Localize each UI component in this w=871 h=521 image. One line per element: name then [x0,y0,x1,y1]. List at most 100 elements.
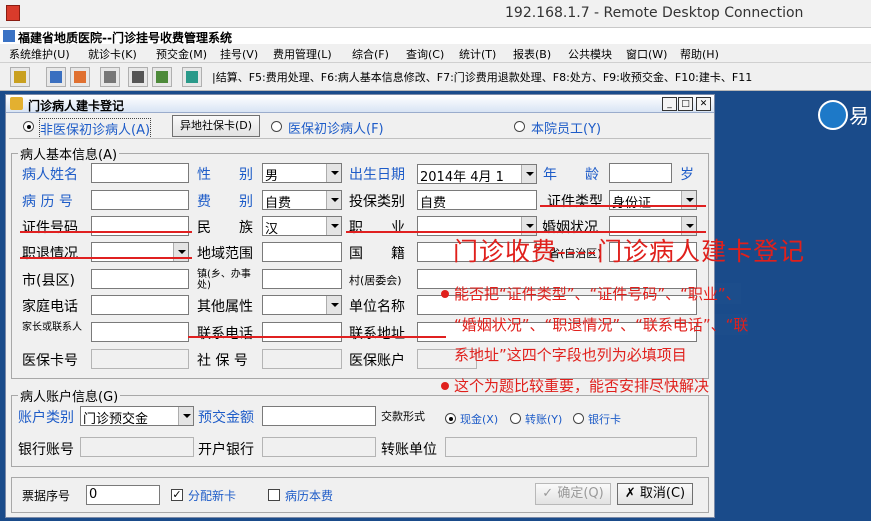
bullet-dot-icon [441,382,449,390]
insure-label: 投保类别 [349,194,405,210]
prepay-input[interactable] [262,406,376,426]
register-icon[interactable] [70,67,90,87]
other-select[interactable] [262,295,342,315]
acct-type-select[interactable]: 门诊预交金 [80,406,194,426]
newcard-label[interactable]: 分配新卡 [188,487,236,504]
gender-select[interactable]: 男 [262,163,342,183]
cancel-button[interactable]: ✗ 取消(C) [617,483,693,505]
maximize-button[interactable]: □ [678,97,693,111]
grid-icon[interactable] [182,67,202,87]
idno-input[interactable] [91,216,189,236]
feetype-select[interactable]: 自费 [262,190,342,210]
toolbar: |结算、F5:费用处理、F6:病人基本信息修改、F7:门诊费用退款处理、F8:处… [0,63,871,91]
radio-transfer[interactable] [510,413,521,424]
menu-help[interactable]: 帮助(H) [680,46,719,62]
gender-label: 性 别 [197,167,253,183]
remote-desktop-titlebar: 192.168.1.7 - Remote Desktop Connection [0,0,871,28]
name-input[interactable] [91,163,189,183]
bankno-input[interactable] [80,437,194,457]
radio-transfer-label[interactable]: 转账(Y) [525,411,562,427]
medcard-input[interactable] [91,349,189,369]
menu-general[interactable]: 综合(F) [352,46,389,62]
guardian-input[interactable] [91,322,189,342]
key-icon[interactable] [10,67,30,87]
radio-cash-label[interactable]: 现金(X) [460,411,498,427]
name-label: 病人姓名 [22,167,78,183]
radio-insured-label[interactable]: 医保初诊病人(F) [288,118,384,137]
radio-non-insured-label[interactable]: 非医保初诊病人(A) [39,118,152,139]
prepay-label: 预交金额 [198,410,254,426]
town-input[interactable] [262,269,342,289]
idtype-label: 证件类型 [547,194,603,210]
minimize-button[interactable]: _ [662,97,677,111]
retire-label: 职退情况 [22,246,78,262]
brand-logo-text: 易 [849,104,869,128]
age-input[interactable] [609,163,672,183]
radio-staff-label[interactable]: 本院员工(Y) [531,118,601,137]
recordfee-label[interactable]: 病历本费 [285,487,333,504]
country-label: 国 籍 [349,246,405,262]
social-input[interactable] [262,349,342,369]
area-input[interactable] [262,242,342,262]
annotation-underline [20,257,192,259]
radio-staff[interactable] [514,121,525,132]
remote-desktop-title: 192.168.1.7 - Remote Desktop Connection [505,5,804,21]
ok-button[interactable]: ✓ 确定(Q) [535,483,611,505]
shortcut-hint: |结算、F5:费用处理、F6:病人基本信息修改、F7:门诊费用退款处理、F8:处… [212,71,753,84]
birth-select[interactable]: 2014年 4月 1 [417,164,537,184]
recordfee-checkbox[interactable] [268,489,280,501]
radio-bankcard-label[interactable]: 银行卡 [588,411,621,427]
menu-system[interactable]: 系统维护(U) [9,46,70,62]
dialog-icon [10,97,23,110]
transunit-input[interactable] [445,437,697,457]
nation-select[interactable]: 汉 [262,216,342,236]
radio-insured[interactable] [271,121,282,132]
receipt-input[interactable]: 0 [86,485,160,505]
calculator-icon[interactable] [128,67,148,87]
city-label: 市(县区) [22,273,75,289]
radio-bankcard[interactable] [573,413,584,424]
annotation-line-3: 系地址”这四个字段也列为必填项目 [454,346,687,364]
menu-prepay[interactable]: 预交金(M) [156,46,207,62]
chevron-down-icon [326,191,341,209]
brand-logo-icon [818,100,848,130]
newcard-checkbox[interactable]: ✓ [171,489,183,501]
contactphone-input[interactable] [262,322,342,342]
retire-select[interactable] [91,242,189,262]
menu-report[interactable]: 报表(B) [513,46,551,62]
menu-register[interactable]: 挂号(V) [220,46,258,62]
guardian-label: 家长或联系人 [22,322,82,333]
print-icon[interactable] [100,67,120,87]
radio-cash[interactable] [445,413,456,424]
menu-window[interactable]: 窗口(W) [626,46,667,62]
menu-stats[interactable]: 统计(T) [459,46,496,62]
acct-type-label: 账户类别 [18,410,74,426]
menu-common[interactable]: 公共模块 [568,46,612,62]
chevron-down-icon [326,217,341,235]
idtype-select[interactable]: 身份证 [609,190,697,210]
menu-query[interactable]: 查询(C) [406,46,444,62]
job-label: 职 业 [349,220,405,236]
record-label: 病 历 号 [22,194,73,210]
insure-input[interactable]: 自费 [417,190,537,210]
close-button[interactable]: ✕ [696,97,711,111]
document-icon[interactable] [152,67,172,87]
homephone-input[interactable] [91,295,189,315]
chevron-down-icon [326,164,341,182]
remote-card-button[interactable]: 异地社保卡(D) [172,115,260,137]
record-input[interactable] [91,190,189,210]
nation-label: 民 族 [197,220,253,236]
city-input[interactable] [91,269,189,289]
annotation-line-4: 这个为题比较重要，能否安排尽快解决 [454,377,710,395]
unit-label: 单位名称 [349,299,405,315]
card-icon[interactable] [46,67,66,87]
app-icon [3,30,15,42]
menu-fee[interactable]: 费用管理(L) [273,46,332,62]
radio-non-insured[interactable] [23,121,34,132]
bank-input[interactable] [262,437,376,457]
annotation-underline [540,205,706,207]
remote-desktop-icon [6,5,20,21]
menu-card[interactable]: 就诊卡(K) [88,46,137,62]
bullet-dot-icon [441,290,449,298]
receipt-label: 票据序号 [22,489,71,503]
